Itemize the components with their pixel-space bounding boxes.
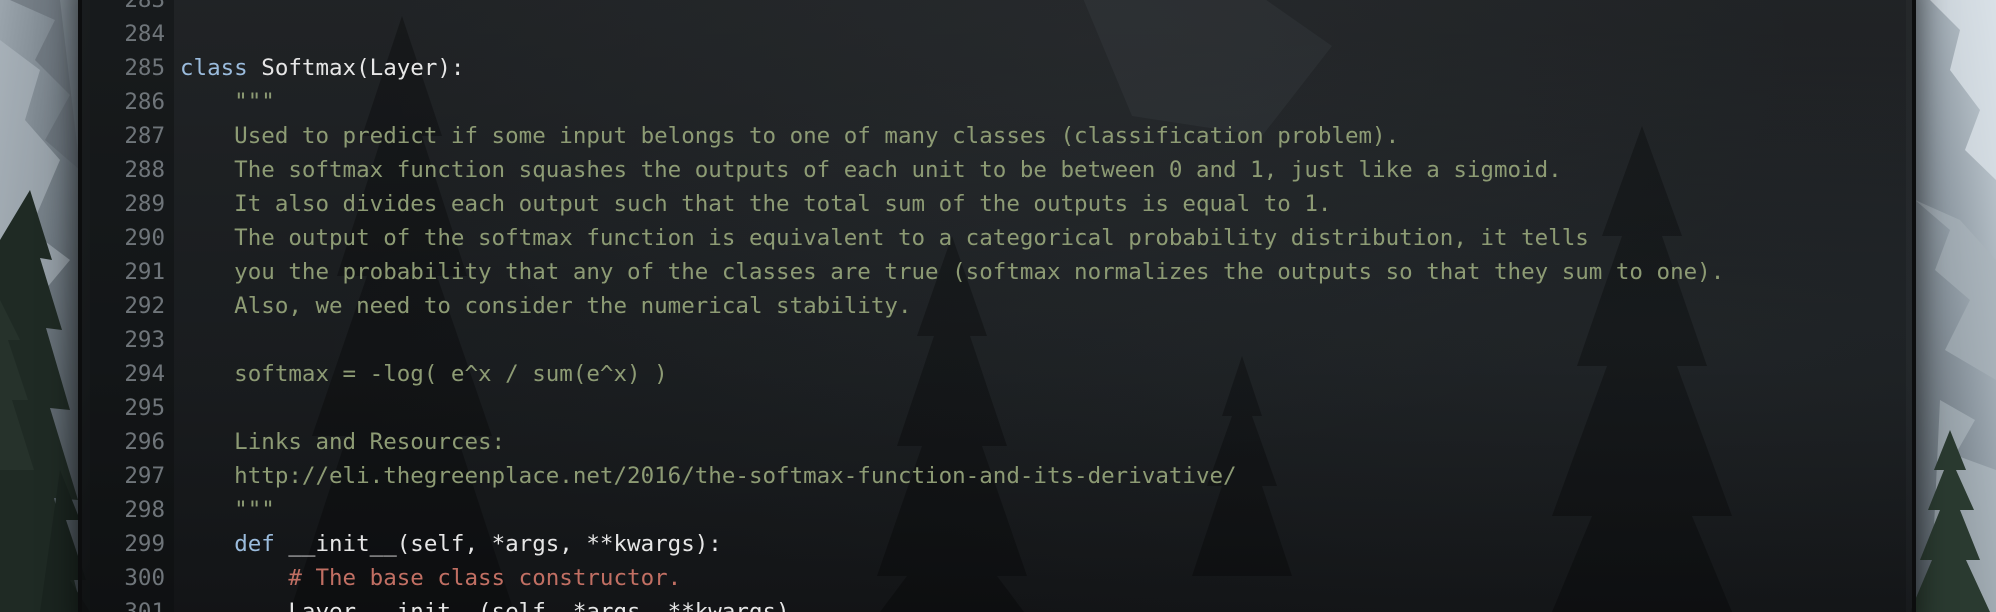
line-number: 297: [124, 463, 165, 489]
code-token-doc: Links and Resources:: [180, 429, 506, 455]
code-token-plain: Softmax(Layer):: [247, 55, 465, 81]
code-text[interactable]: Links and Resources:: [180, 425, 505, 459]
code-token-doc: you the probability that any of the clas…: [180, 259, 1725, 285]
line-number: 296: [124, 429, 165, 455]
code-token-doc: """: [180, 89, 275, 115]
code-token-plain: __init__(self, *args, **kwargs):: [274, 531, 722, 557]
code-token-doc: http://eli.thegreenplace.net/2016/the-so…: [180, 463, 1237, 489]
code-text[interactable]: http://eli.thegreenplace.net/2016/the-so…: [180, 459, 1237, 493]
code-text[interactable]: class Softmax(Layer):: [180, 51, 464, 85]
code-token-plain: Layer.__init__(self, *args, **kwargs): [180, 599, 790, 612]
code-text[interactable]: Used to predict if some input belongs to…: [180, 119, 1399, 153]
line-number: 290: [124, 225, 165, 251]
code-token-doc: The softmax function squashes the output…: [180, 157, 1562, 183]
line-number: 287: [124, 123, 165, 149]
line-number: 288: [124, 157, 165, 183]
code-text[interactable]: softmax = -log( e^x / sum(e^x) ): [180, 357, 668, 391]
code-token-doc: softmax = -log( e^x / sum(e^x) ): [180, 361, 668, 387]
line-number: 289: [124, 191, 165, 217]
code-token-cmt: # The base class constructor.: [180, 565, 682, 591]
code-text[interactable]: It also divides each output such that th…: [180, 187, 1331, 221]
line-number: 300: [124, 565, 165, 591]
line-number: 301: [124, 599, 165, 612]
line-number: 293: [124, 327, 165, 353]
code-text[interactable]: The output of the softmax function is eq…: [180, 221, 1589, 255]
code-text[interactable]: """: [180, 493, 275, 527]
code-token-kw: class: [180, 55, 248, 81]
line-number: 291: [124, 259, 165, 285]
code-token-doc: The output of the softmax function is eq…: [180, 225, 1589, 251]
line-number: 283: [124, 0, 165, 13]
code-token-doc: """: [180, 497, 275, 523]
code-text[interactable]: # The base class constructor.: [180, 561, 681, 595]
line-number: 294: [124, 361, 165, 387]
line-number: 284: [124, 21, 165, 47]
code-text[interactable]: Also, we need to consider the numerical …: [180, 289, 912, 323]
code-token-doc: Used to predict if some input belongs to…: [180, 123, 1400, 149]
code-text[interactable]: you the probability that any of the clas…: [180, 255, 1724, 289]
code-text[interactable]: Layer.__init__(self, *args, **kwargs): [180, 595, 790, 612]
code-token-doc: Also, we need to consider the numerical …: [180, 293, 912, 319]
code-token-kw: def: [234, 531, 275, 557]
line-number: 299: [124, 531, 165, 557]
code-token-doc: It also divides each output such that th…: [180, 191, 1332, 217]
line-number: 285: [124, 55, 165, 81]
desktop-background: 283 284 285 class Softmax(Layer): 286 """ 287…: [0, 0, 1996, 612]
line-number: 286: [124, 89, 165, 115]
code-text[interactable]: def __init__(self, *args, **kwargs):: [180, 527, 722, 561]
code-text[interactable]: """: [180, 85, 275, 119]
line-number: 298: [124, 497, 165, 523]
line-number: 292: [124, 293, 165, 319]
code-editor-window: 283 284 285 class Softmax(Layer): 286 """ 287…: [78, 0, 1916, 612]
line-number: 295: [124, 395, 165, 421]
code-text[interactable]: The softmax function squashes the output…: [180, 153, 1562, 187]
